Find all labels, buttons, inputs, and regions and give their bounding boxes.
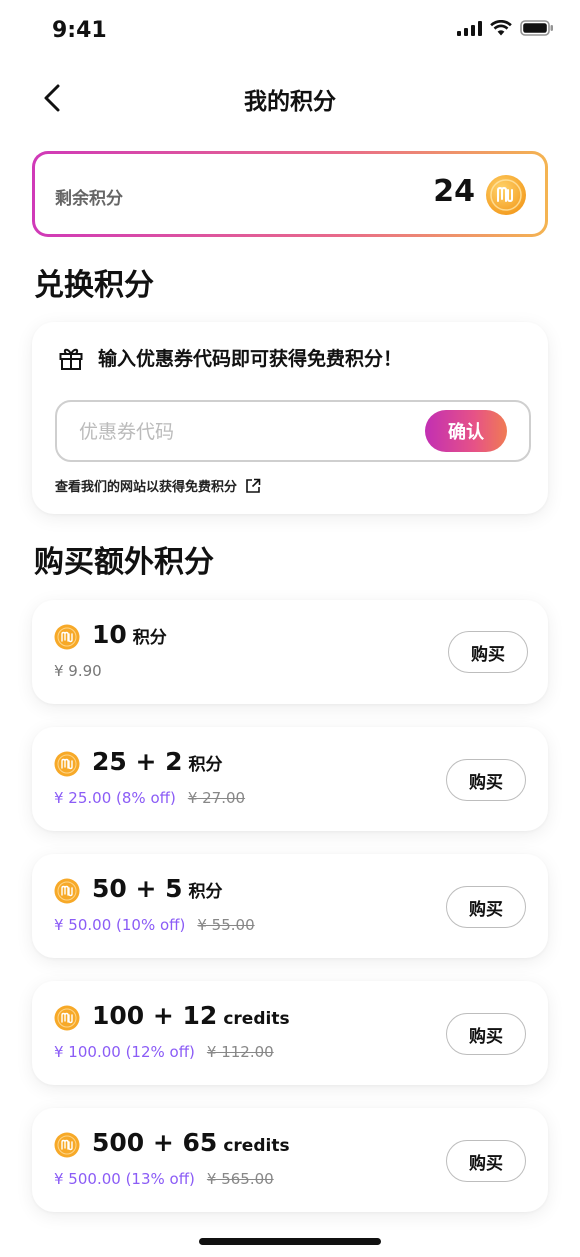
coupon-input[interactable] (77, 414, 401, 450)
pack-title: 50 + 5 积分 (92, 874, 223, 903)
pack-title: 10 积分 (92, 620, 167, 649)
pack-price: ¥ 25.00 (8% off) (54, 789, 176, 807)
pack-price: ¥ 100.00 (12% off) (54, 1043, 195, 1061)
buy-button[interactable]: 购买 (448, 631, 528, 673)
credit-pack-card: 100 + 12 credits ¥ 100.00 (12% off) ¥ 11… (32, 981, 548, 1085)
redeem-section-title: 兑换积分 (34, 268, 154, 303)
pack-title: 500 + 65 credits (92, 1128, 290, 1157)
pack-original-price: ¥ 565.00 (206, 1170, 274, 1188)
balance-value: 24 (433, 174, 475, 209)
purchase-section-title: 购买额外积分 (34, 545, 214, 580)
pack-unit: 积分 (132, 628, 167, 648)
pack-amount: 10 (92, 620, 127, 649)
buy-button[interactable]: 购买 (446, 1013, 526, 1055)
nav-bar: 我的积分 (0, 70, 580, 126)
buy-button[interactable]: 购买 (446, 759, 526, 801)
confirm-button[interactable]: 确认 (425, 410, 507, 452)
status-time: 9:41 (52, 18, 107, 43)
credit-pack-card: 500 + 65 credits ¥ 500.00 (13% off) ¥ 56… (32, 1108, 548, 1212)
battery-icon (520, 20, 553, 36)
pack-price-line: ¥ 500.00 (13% off) ¥ 565.00 (54, 1170, 274, 1188)
status-icons (457, 20, 554, 36)
coupon-field: 确认 (55, 400, 531, 462)
wifi-icon (490, 20, 512, 36)
pack-unit: credits (223, 1136, 290, 1156)
coin-icon (486, 175, 526, 215)
coin-icon (54, 751, 80, 777)
coin-icon (54, 624, 80, 650)
page-title: 我的积分 (244, 89, 336, 115)
status-bar: 9:41 (0, 0, 580, 64)
redeem-heading-row: 输入优惠券代码即可获得免费积分！ (58, 344, 402, 371)
pack-unit: 积分 (188, 882, 223, 902)
pack-unit: credits (223, 1009, 290, 1029)
coin-icon (54, 878, 80, 904)
website-link-label: 查看我们的网站以获得免费积分 (55, 480, 238, 495)
balance-label: 剩余积分 (55, 189, 123, 209)
cellular-signal-icon (457, 20, 482, 36)
redeem-card: 输入优惠券代码即可获得免费积分！ 确认 查看我们的网站以获得免费积分 (32, 322, 548, 514)
pack-price-line: ¥ 100.00 (12% off) ¥ 112.00 (54, 1043, 274, 1061)
gift-icon (59, 348, 83, 370)
pack-price: ¥ 50.00 (10% off) (54, 916, 186, 934)
pack-original-price: ¥ 27.00 (187, 789, 246, 807)
credit-pack-card: 10 积分 ¥ 9.90 购买 (32, 600, 548, 704)
credit-pack-card: 50 + 5 积分 ¥ 50.00 (10% off) ¥ 55.00 购买 (32, 854, 548, 958)
pack-original-price: ¥ 55.00 (197, 916, 255, 934)
pack-unit: 积分 (188, 755, 223, 775)
buy-button[interactable]: 购买 (446, 886, 526, 928)
pack-price-line: ¥ 25.00 (8% off) ¥ 27.00 (54, 789, 245, 807)
buy-button[interactable]: 购买 (446, 1140, 526, 1182)
pack-price: ¥ 500.00 (13% off) (54, 1170, 195, 1188)
credit-pack-card: 25 + 2 积分 ¥ 25.00 (8% off) ¥ 27.00 购买 (32, 727, 548, 831)
pack-amount: 25 + 2 (92, 747, 183, 776)
redeem-heading: 输入优惠券代码即可获得免费积分！ (98, 348, 403, 370)
pack-amount: 100 + 12 (92, 1001, 218, 1030)
external-link-icon (246, 478, 261, 493)
website-link[interactable]: 查看我们的网站以获得免费积分 (55, 476, 261, 495)
pack-price-line: ¥ 9.90 (54, 662, 102, 680)
pack-amount: 50 + 5 (92, 874, 183, 903)
pack-amount: 500 + 65 (92, 1128, 218, 1157)
balance-card: 剩余积分 24 (32, 151, 548, 237)
pack-title: 25 + 2 积分 (92, 747, 223, 776)
coin-icon (54, 1005, 80, 1031)
pack-original-price: ¥ 112.00 (206, 1043, 274, 1061)
pack-title: 100 + 12 credits (92, 1001, 290, 1030)
home-indicator[interactable] (199, 1238, 381, 1245)
coin-icon (54, 1132, 80, 1158)
pack-price-line: ¥ 50.00 (10% off) ¥ 55.00 (54, 916, 255, 934)
pack-price: ¥ 9.90 (54, 662, 102, 680)
